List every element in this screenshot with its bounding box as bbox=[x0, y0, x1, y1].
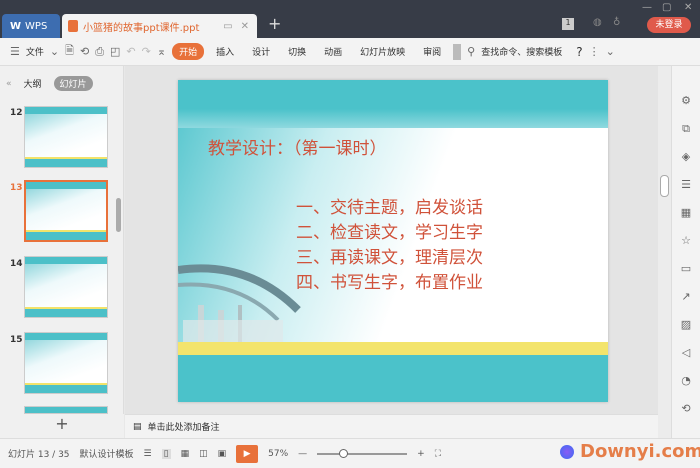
right-sidebar: ⚙ ⧉ ◈ ☰ ▦ ☆ ▭ ↗ ▨ ◁ ◔ ⟲ bbox=[671, 66, 700, 438]
tab-review[interactable]: 审阅 bbox=[417, 45, 447, 58]
tab-outline[interactable]: 大纲 bbox=[24, 77, 42, 90]
notes-placeholder: 单击此处添加备注 bbox=[147, 423, 220, 433]
document-tab[interactable]: 小篮猪的故事ppt课件.ppt ▭ ✕ bbox=[62, 14, 257, 38]
undo-icon[interactable]: ↶ bbox=[126, 45, 135, 58]
gear-icon[interactable]: ⚙ bbox=[679, 94, 693, 107]
search-icon[interactable]: ⚲ bbox=[467, 45, 475, 58]
tab-transition[interactable]: 切换 bbox=[282, 45, 312, 58]
redo-icon[interactable]: ↷ bbox=[142, 45, 151, 58]
template-icon[interactable]: ▦ bbox=[679, 206, 693, 219]
tab-insert[interactable]: 插入 bbox=[210, 45, 240, 58]
share-icon[interactable]: ↗ bbox=[679, 290, 693, 303]
slide-counter: 幻灯片 13 / 35 bbox=[8, 450, 70, 460]
tab-start[interactable]: 开始 bbox=[172, 43, 205, 60]
speed-icon[interactable]: ◔ bbox=[679, 374, 693, 387]
zoom-level[interactable]: 57% bbox=[268, 449, 288, 459]
fit-window-icon[interactable]: ⛶ bbox=[435, 449, 441, 459]
close-window-icon[interactable]: ✕ bbox=[684, 2, 692, 13]
thumbnail-scrollbar[interactable] bbox=[116, 198, 121, 232]
ppt-file-icon bbox=[68, 20, 78, 32]
slide-list-item: 一、交待主题，启发谈话 bbox=[296, 198, 483, 218]
thumb-number: 15 bbox=[10, 335, 23, 345]
file-menu[interactable]: 文件 bbox=[26, 45, 44, 58]
preview-icon[interactable]: ◰ bbox=[110, 45, 120, 58]
slide-thumbnail-selected[interactable] bbox=[24, 180, 108, 242]
sliders-icon[interactable]: ☰ bbox=[679, 178, 693, 191]
document-tab-title: 小篮猪的故事ppt课件.ppt bbox=[83, 22, 200, 34]
close-tab-icon[interactable]: ✕ bbox=[241, 21, 249, 32]
add-slide-button[interactable]: + bbox=[0, 414, 124, 438]
slide-thumbnail[interactable] bbox=[24, 332, 108, 394]
play-slideshow-button[interactable]: ▶ bbox=[236, 444, 259, 463]
collapse-ribbon-icon[interactable]: ⌄ bbox=[606, 45, 615, 58]
speaker-icon[interactable]: ◁ bbox=[679, 346, 693, 359]
slide-title[interactable]: 教学设计：（第一课时） bbox=[208, 134, 387, 159]
notes-icon: ▤ bbox=[133, 421, 142, 432]
tab-design[interactable]: 设计 bbox=[246, 45, 276, 58]
minimize-icon[interactable]: — bbox=[642, 2, 652, 13]
new-tab-button[interactable]: + bbox=[268, 14, 281, 33]
more-tabs-button[interactable] bbox=[453, 43, 462, 60]
more-icon[interactable]: ⋮ bbox=[589, 45, 600, 58]
history-icon[interactable]: ⟲ bbox=[679, 402, 693, 415]
slide-thumbnail[interactable] bbox=[24, 106, 108, 168]
star-icon[interactable]: ☆ bbox=[679, 234, 693, 247]
maximize-icon[interactable]: ▢ bbox=[662, 2, 671, 13]
page-badge[interactable]: 1 bbox=[562, 18, 574, 30]
sorter-view-icon[interactable]: ▦ bbox=[181, 449, 190, 459]
slide-thumbnail[interactable] bbox=[24, 256, 108, 318]
wps-logo-icon: W bbox=[10, 20, 22, 32]
zoom-in-icon[interactable]: + bbox=[417, 449, 425, 459]
slide-list-item: 四、书写生字，布置作业 bbox=[296, 273, 483, 293]
thumb-number: 12 bbox=[10, 108, 23, 118]
slide-panel: « 大纲 幻灯片 12 13 14 15 bbox=[0, 66, 124, 414]
watermark: Downyi.com bbox=[580, 441, 700, 462]
print-icon[interactable]: ⎙ bbox=[95, 45, 104, 59]
wps-label: WPS bbox=[25, 20, 48, 32]
thumb-number: 14 bbox=[10, 259, 23, 269]
slide-list-item: 三、再读课文，理清层次 bbox=[296, 248, 483, 268]
title-bar: W WPS 小篮猪的故事ppt课件.ppt ▭ ✕ + 1 ◍ ♁ 未登录 — ▢ ✕ bbox=[0, 0, 700, 38]
vertical-scrollbar[interactable] bbox=[658, 66, 671, 438]
scroll-thumb[interactable] bbox=[660, 175, 669, 197]
template-name[interactable]: 默认设计模板 bbox=[80, 447, 134, 460]
tab-slideshow[interactable]: 幻灯片放映 bbox=[354, 45, 411, 58]
chevron-down-icon[interactable]: ⌄ bbox=[50, 45, 59, 58]
image-icon[interactable]: ▨ bbox=[679, 318, 693, 331]
save-icon[interactable]: 🗎 bbox=[65, 42, 74, 61]
slide[interactable]: 教学设计：（第一课时） 一、交待主题，启发谈话 二、检查读文，学习生字 三、再读… bbox=[178, 80, 608, 402]
assistant-orb-icon[interactable] bbox=[560, 445, 574, 459]
presenter-icon[interactable]: ▣ bbox=[218, 449, 227, 459]
zoom-out-icon[interactable]: — bbox=[298, 449, 307, 459]
zoom-slider[interactable] bbox=[317, 448, 408, 458]
box-icon[interactable]: ▭ bbox=[679, 262, 693, 275]
normal-view-icon[interactable]: ▯ bbox=[161, 448, 171, 459]
collapse-panel-icon[interactable]: « bbox=[6, 79, 12, 89]
customize-icon[interactable]: ⌅ bbox=[157, 45, 166, 58]
slide-content-list[interactable]: 一、交待主题，启发谈话 二、检查读文，学习生字 三、再读课文，理清层次 四、书写… bbox=[296, 196, 483, 296]
help-button[interactable]: ? bbox=[576, 45, 582, 59]
command-search[interactable]: 查找命令、搜索模板 bbox=[481, 45, 562, 58]
login-button[interactable]: 未登录 bbox=[647, 17, 691, 33]
menu-icon[interactable]: ☰ bbox=[10, 45, 20, 58]
shapes-icon[interactable]: ◈ bbox=[679, 150, 693, 163]
wps-home-tab[interactable]: W WPS bbox=[2, 14, 60, 38]
thumb-number: 13 bbox=[10, 183, 23, 193]
notes-area[interactable]: ▤ 单击此处添加备注 bbox=[125, 414, 658, 438]
export-icon[interactable]: ⟲ bbox=[80, 45, 89, 58]
notes-toggle-icon[interactable]: ☰ bbox=[144, 449, 152, 459]
skin-icon[interactable]: ◍ bbox=[593, 17, 602, 28]
pin-icon[interactable]: ▭ bbox=[223, 21, 232, 32]
slide-thumbnail[interactable] bbox=[24, 406, 108, 414]
slide-list-item: 二、检查读文，学习生字 bbox=[296, 223, 483, 243]
tab-animation[interactable]: 动画 bbox=[318, 45, 348, 58]
reading-view-icon[interactable]: ◫ bbox=[199, 449, 208, 459]
ribbon-toolbar: ☰ 文件 ⌄ 🗎 ⟲ ⎙ ◰ ↶ ↷ ⌅ 开始 插入 设计 切换 动画 幻灯片放映… bbox=[0, 38, 700, 66]
shirt-icon[interactable]: ♁ bbox=[613, 17, 620, 28]
copy-icon[interactable]: ⧉ bbox=[679, 122, 693, 136]
tab-slides[interactable]: 幻灯片 bbox=[53, 76, 93, 91]
